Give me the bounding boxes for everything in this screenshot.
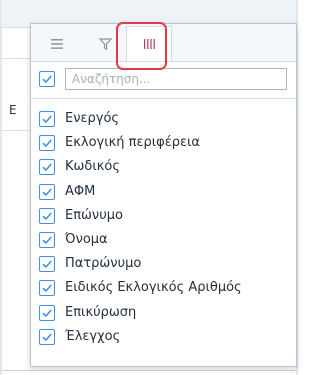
column-label: Επώνυμο [65, 207, 123, 223]
column-label: Όνομα [65, 231, 108, 247]
column-checkbox[interactable] [39, 183, 55, 200]
column-label: Πατρώνυμο [65, 256, 142, 272]
column-label: ΑΦΜ [65, 183, 96, 199]
tab-general[interactable] [43, 30, 71, 58]
column-checkbox[interactable] [39, 159, 55, 176]
column-label: Έλεγχος [65, 328, 121, 344]
funnel-icon [98, 38, 112, 50]
grid-row-divider [0, 370, 298, 371]
list-item[interactable]: Ενεργός [39, 108, 289, 132]
checkmark-icon [42, 236, 52, 245]
checkmark-icon [42, 139, 52, 148]
checkmark-icon [42, 163, 52, 172]
checkmark-icon [42, 75, 52, 84]
checkmark-icon [42, 260, 52, 269]
list-item[interactable]: Κωδικός [39, 156, 289, 180]
list-item[interactable]: Όνομα [39, 229, 289, 253]
column-checkbox[interactable] [39, 280, 55, 297]
column-label: Κωδικός [65, 159, 121, 175]
checkmark-icon [42, 284, 52, 293]
divider [31, 98, 296, 99]
checkmark-icon [42, 212, 52, 220]
list-item[interactable]: Έλεγχος [39, 326, 289, 350]
column-menu-popup: Ενεργός Εκλογική περιφέρεια Κωδικός ΑΦΜ … [30, 23, 297, 367]
column-label: Ειδικός Εκλογικός Αριθμός [65, 280, 242, 296]
checkmark-icon [42, 308, 52, 317]
column-checkbox[interactable] [39, 135, 55, 152]
column-checkbox[interactable] [39, 231, 55, 248]
column-checkbox[interactable] [39, 328, 55, 345]
column-label: Επικύρωση [65, 304, 137, 320]
column-list: Ενεργός Εκλογική περιφέρεια Κωδικός ΑΦΜ … [39, 108, 289, 350]
checkmark-icon [42, 188, 52, 196]
search-input[interactable] [65, 68, 287, 90]
checkmark-icon [42, 333, 52, 341]
list-item[interactable]: ΑΦΜ [39, 181, 289, 205]
column-checkbox[interactable] [39, 304, 55, 321]
column-checkbox[interactable] [39, 256, 55, 273]
column-label: Ενεργός [65, 111, 120, 126]
highlight-annotation [116, 22, 167, 70]
list-item[interactable]: Επώνυμο [39, 205, 289, 229]
grid-left-border [0, 0, 2, 375]
grid-cell-fragment: Ε [9, 103, 17, 117]
checkmark-icon [42, 115, 52, 124]
filter-lines-icon [51, 39, 63, 49]
column-checkbox[interactable] [39, 207, 55, 224]
column-label: Εκλογική περιφέρεια [65, 135, 201, 151]
column-checkbox[interactable] [39, 111, 55, 127]
list-item[interactable]: Πατρώνυμο [39, 253, 289, 277]
tab-filter[interactable] [91, 30, 119, 58]
list-item[interactable]: Επικύρωση [39, 302, 289, 326]
list-item[interactable]: Εκλογική περιφέρεια [39, 132, 289, 156]
list-item[interactable]: Ειδικός Εκλογικός Αριθμός [39, 277, 289, 301]
search-row [39, 68, 289, 92]
select-all-checkbox[interactable] [39, 71, 55, 87]
